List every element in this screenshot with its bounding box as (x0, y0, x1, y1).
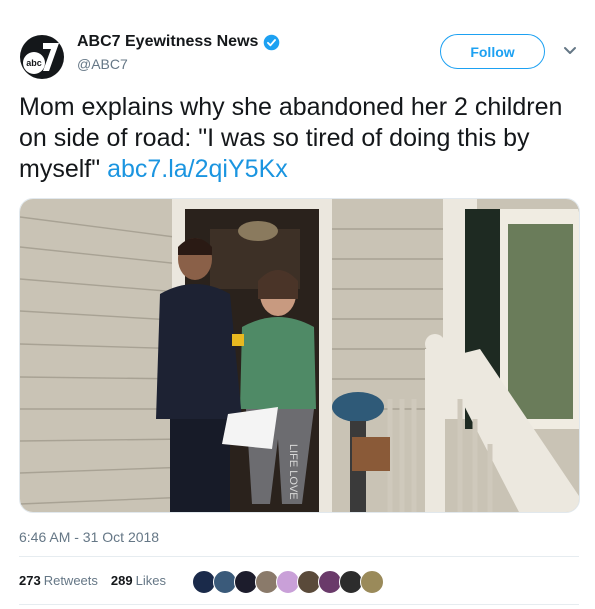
author-name-row: ABC7 Eyewitness News (77, 33, 280, 51)
verified-badge-icon (264, 34, 280, 50)
author-handle[interactable]: @ABC7 (77, 56, 280, 72)
follow-button[interactable]: Follow (440, 34, 545, 69)
liker-avatars (192, 570, 384, 594)
tweet-media-image[interactable]: LIFE LOVE (19, 198, 580, 513)
media-scene: LIFE LOVE (20, 199, 579, 512)
retweets-label: Retweets (43, 573, 98, 588)
tweet-body: Mom explains why she abandoned her 2 chi… (19, 93, 563, 183)
avatar-logo-text: abc (26, 58, 42, 68)
author-display-name[interactable]: ABC7 Eyewitness News (77, 33, 258, 51)
shirt-text: LIFE LOVE (287, 444, 299, 500)
likes-stat[interactable]: 289 Likes (111, 573, 166, 588)
liker-avatar[interactable] (360, 570, 384, 594)
likes-label: Likes (135, 573, 166, 588)
tweet-timestamp[interactable]: 6:46 AM - 31 Oct 2018 (19, 529, 159, 545)
chevron-down-icon[interactable] (563, 46, 577, 56)
tweet-stats: 273 Retweets 289 Likes (19, 573, 179, 588)
divider (19, 556, 579, 557)
likes-count: 289 (110, 573, 133, 588)
author-avatar[interactable]: abc (19, 34, 65, 80)
tweet-text: Mom explains why she abandoned her 2 chi… (19, 92, 579, 185)
tweet-link[interactable]: abc7.la/2qiY5Kx (107, 155, 288, 183)
retweets-stat[interactable]: 273 Retweets (19, 573, 98, 588)
abc7-logo-icon: abc (20, 35, 64, 79)
retweets-count: 273 (19, 573, 41, 588)
author-info: ABC7 Eyewitness News @ABC7 (77, 33, 280, 72)
divider (19, 604, 579, 605)
